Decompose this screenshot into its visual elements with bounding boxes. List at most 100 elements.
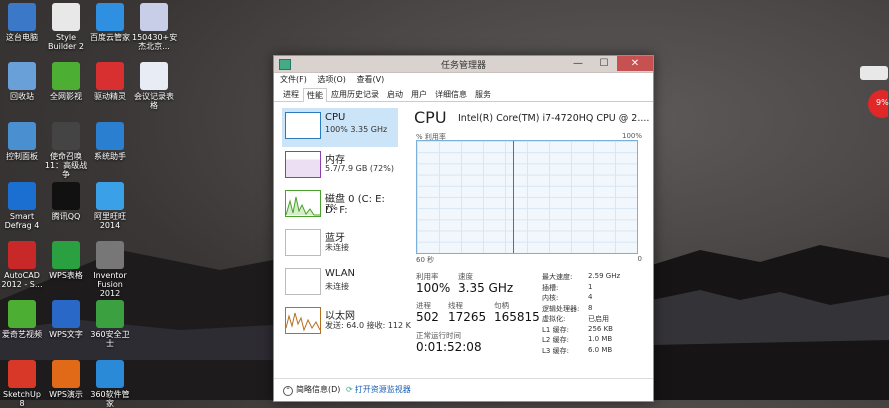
chevron-up-icon: ⌃ bbox=[283, 386, 293, 396]
maximize-button[interactable]: ☐ bbox=[591, 56, 617, 71]
badge-text: 9% bbox=[876, 98, 889, 107]
tab-startup[interactable]: 启动 bbox=[383, 87, 407, 101]
bluetooth-thumbnail-graph bbox=[285, 229, 321, 256]
desktop-shortcut[interactable]: 全网影视 bbox=[44, 62, 88, 101]
disk-thumbnail-graph bbox=[285, 190, 321, 217]
iqiyi-icon bbox=[52, 62, 80, 90]
qq-icon bbox=[52, 182, 80, 210]
spec-value: 已启用 bbox=[588, 315, 609, 323]
desktop-shortcut-label: 这台电脑 bbox=[6, 33, 38, 42]
spec-label: 虚拟化: bbox=[542, 315, 566, 323]
sidebar-item-ethernet[interactable]: 以太网 发送: 64.0 接收: 112 K bbox=[282, 303, 411, 342]
desktop-shortcut-label: 爱奇艺视频 bbox=[2, 330, 42, 339]
360-float-badge[interactable]: 9% bbox=[852, 58, 889, 124]
speed-value: 3.35 GHz bbox=[458, 281, 514, 295]
spec-value: 6.0 MB bbox=[588, 345, 613, 354]
graph-time-label: 60 秒 bbox=[416, 256, 435, 264]
desktop-shortcut[interactable]: 系统助手 bbox=[88, 122, 132, 161]
doc-icon bbox=[140, 62, 168, 90]
ethernet-thumbnail-graph bbox=[285, 307, 321, 334]
desktop-shortcut-label: WPS演示 bbox=[49, 390, 83, 399]
360-security-icon bbox=[96, 300, 124, 328]
resource-sidebar: CPU 100% 3.35 GHz 内存 5.7/7.9 GB (72%) 磁盘… bbox=[282, 108, 411, 342]
fewer-details-button[interactable]: ⌃ 简略信息(D) bbox=[283, 384, 340, 396]
sidebar-item-value: 发送: 64.0 接收: 112 K bbox=[325, 321, 411, 330]
tab-users[interactable]: 用户 bbox=[407, 87, 431, 101]
desktop-shortcut[interactable]: Style Builder 2 bbox=[44, 3, 88, 51]
system-assistant-icon bbox=[96, 122, 124, 150]
spec-label: 最大速度: bbox=[542, 273, 573, 281]
close-button[interactable]: ✕ bbox=[617, 56, 653, 71]
desktop-shortcut-label: WPS文字 bbox=[49, 330, 83, 339]
autocad-icon bbox=[8, 241, 36, 269]
resource-monitor-icon: ⟳ bbox=[346, 385, 353, 394]
desktop-shortcut[interactable]: 爱奇艺视频 bbox=[0, 300, 44, 339]
sketchup-icon bbox=[8, 360, 36, 388]
desktop-shortcut[interactable]: 腾讯QQ bbox=[44, 182, 88, 221]
sidebar-item-cpu[interactable]: CPU 100% 3.35 GHz bbox=[282, 108, 398, 147]
fewer-details-label: 简略信息(D) bbox=[296, 385, 341, 394]
desktop-shortcut[interactable]: AutoCAD 2012 - S... bbox=[0, 241, 44, 289]
utilization-value: 100% bbox=[416, 281, 451, 295]
desktop-shortcut[interactable]: 控制面板 bbox=[0, 122, 44, 161]
desktop-shortcut[interactable]: 会议记录表格 bbox=[132, 62, 176, 110]
desktop-shortcut[interactable]: 回收站 bbox=[0, 62, 44, 101]
memory-thumbnail-graph bbox=[285, 151, 321, 178]
tab-app-history[interactable]: 应用历史记录 bbox=[327, 87, 383, 101]
desktop-shortcut[interactable]: 360安全卫士 bbox=[88, 300, 132, 348]
spec-value: 1 bbox=[588, 282, 593, 291]
sidebar-item-disk[interactable]: 磁盘 0 (C: E: D: F: 7% bbox=[282, 186, 398, 225]
desktop-shortcut[interactable]: WPS文字 bbox=[44, 300, 88, 339]
desktop-shortcut-label: 会议记录表格 bbox=[134, 92, 174, 110]
spec-value: 1.0 MB bbox=[588, 335, 613, 343]
spec-label: L2 缓存: bbox=[542, 336, 569, 344]
wps-sheet-icon bbox=[52, 241, 80, 269]
desktop-shortcut[interactable]: 使命召唤11：高级战争 bbox=[44, 122, 88, 179]
tab-services[interactable]: 服务 bbox=[471, 87, 495, 101]
desktop-shortcut[interactable]: SketchUp 8 bbox=[0, 360, 44, 408]
graph-max-label: 100% bbox=[621, 132, 642, 140]
menu-file[interactable]: 文件(F) bbox=[280, 75, 307, 84]
menu-view[interactable]: 查看(V) bbox=[356, 75, 384, 84]
sidebar-item-value: 5.7/7.9 GB (72%) bbox=[325, 164, 394, 173]
sidebar-item-bluetooth[interactable]: 蓝牙 未连接 bbox=[282, 225, 398, 264]
graph-min-label: 0 bbox=[637, 255, 642, 263]
desktop-shortcut[interactable]: Smart Defrag 4 bbox=[0, 182, 44, 230]
desktop-shortcut[interactable]: 阿里旺旺 2014 bbox=[88, 182, 132, 230]
desktop-shortcut[interactable]: WPS演示 bbox=[44, 360, 88, 399]
desktop-shortcut-label: 阿里旺旺 2014 bbox=[94, 212, 126, 230]
spec-label: 内核: bbox=[542, 294, 559, 302]
uptime-value: 0:01:52:08 bbox=[416, 340, 482, 354]
sidebar-item-label: WLAN bbox=[325, 268, 356, 279]
recycle-bin-icon bbox=[8, 62, 36, 90]
wlan-thumbnail-graph bbox=[285, 268, 321, 295]
control-panel-icon bbox=[8, 122, 36, 150]
desktop-shortcut-label: 系统助手 bbox=[94, 152, 126, 161]
desktop-shortcut-label: Smart Defrag 4 bbox=[4, 212, 40, 230]
desktop-shortcut[interactable]: 百度云管家 bbox=[88, 3, 132, 42]
computer-icon bbox=[8, 3, 36, 31]
tab-processes[interactable]: 进程 bbox=[279, 87, 303, 101]
desktop-shortcut-label: Inventor Fusion 2012 bbox=[93, 271, 127, 298]
sidebar-item-memory[interactable]: 内存 5.7/7.9 GB (72%) bbox=[282, 147, 398, 186]
sidebar-item-value: 7% bbox=[325, 203, 338, 212]
sidebar-item-wlan[interactable]: WLAN 未连接 bbox=[282, 264, 398, 303]
footer-bar: ⌃ 简略信息(D) ⟳ 打开资源监视器 bbox=[274, 378, 653, 401]
tab-performance[interactable]: 性能 bbox=[303, 88, 327, 102]
desktop-shortcut[interactable]: 150430+安杰北京... bbox=[132, 3, 177, 51]
menu-options[interactable]: 选项(O) bbox=[317, 75, 346, 84]
title-bar[interactable]: 任务管理器 — ☐ ✕ bbox=[274, 56, 653, 73]
desktop-shortcut[interactable]: Inventor Fusion 2012 bbox=[88, 241, 132, 298]
360-software-icon bbox=[96, 360, 124, 388]
cpu-usage-line bbox=[513, 141, 514, 253]
sidebar-item-value: 未连接 bbox=[325, 282, 349, 291]
desktop-shortcut[interactable]: 360软件管家 bbox=[88, 360, 132, 408]
open-resource-monitor-link[interactable]: ⟳ 打开资源监视器 bbox=[346, 384, 411, 395]
desktop-shortcut[interactable]: WPS表格 bbox=[44, 241, 88, 280]
wps-present-icon bbox=[52, 360, 80, 388]
tab-details[interactable]: 详细信息 bbox=[431, 87, 471, 101]
desktop-shortcut-label: 腾讯QQ bbox=[51, 212, 81, 221]
desktop-shortcut[interactable]: 驱动精灵 bbox=[88, 62, 132, 101]
minimize-button[interactable]: — bbox=[565, 56, 591, 71]
desktop-shortcut[interactable]: 这台电脑 bbox=[0, 3, 44, 42]
